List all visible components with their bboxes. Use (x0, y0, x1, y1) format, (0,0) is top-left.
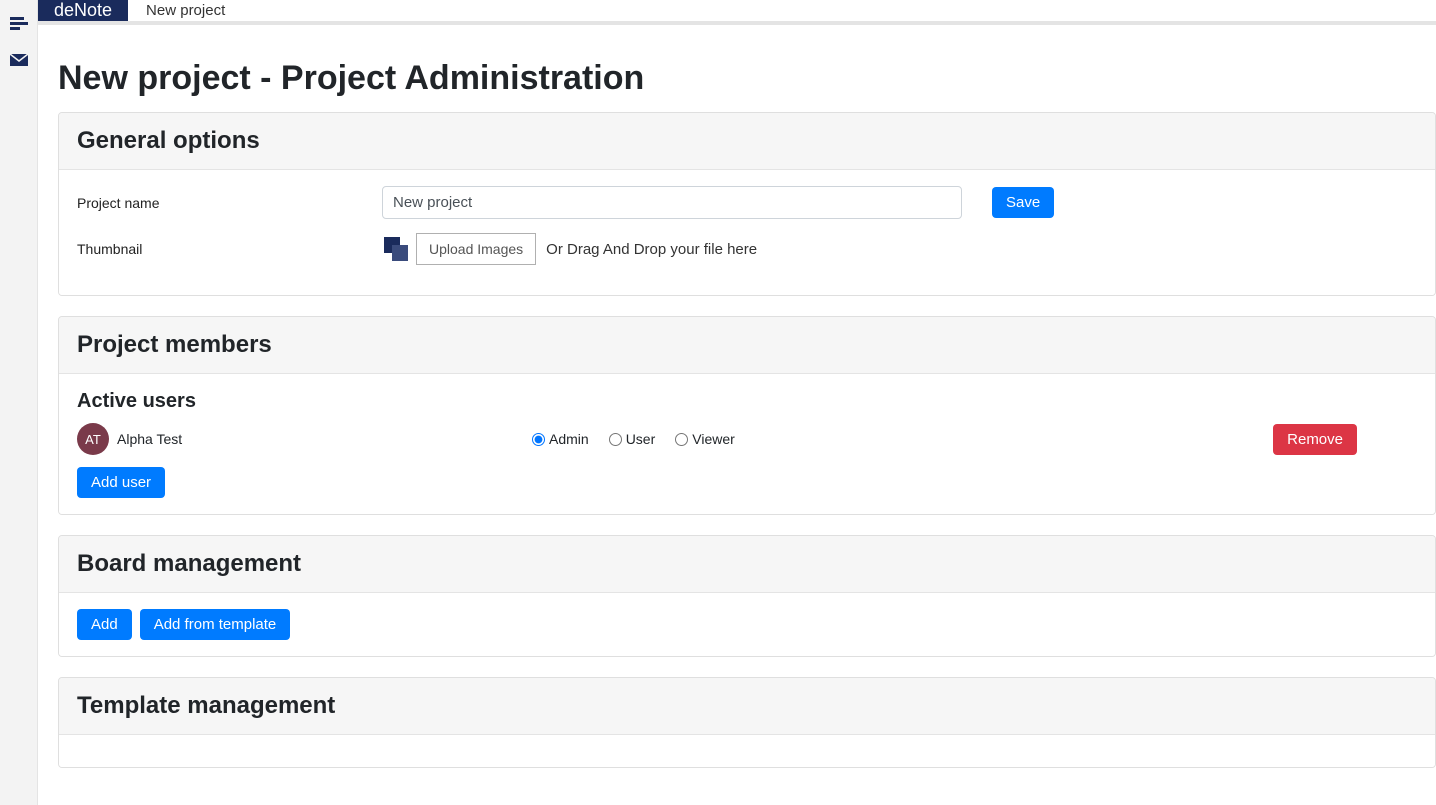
template-management-panel: Template management (58, 677, 1436, 768)
role-admin[interactable]: Admin (532, 431, 589, 447)
upload-images-button[interactable]: Upload Images (416, 233, 536, 265)
project-members-panel: Project members Active users AT Alpha Te… (58, 316, 1436, 515)
topbar: deNote New project (38, 0, 1436, 22)
role-admin-radio[interactable] (532, 433, 545, 446)
add-board-button[interactable]: Add (77, 609, 132, 640)
project-members-heading: Project members (59, 317, 1435, 374)
remove-user-button[interactable]: Remove (1273, 424, 1357, 455)
board-management-panel: Board management Add Add from template (58, 535, 1436, 657)
thumbnail-label: Thumbnail (77, 241, 382, 257)
page-title: New project - Project Administration (58, 59, 1436, 98)
mail-icon[interactable] (9, 50, 29, 70)
role-viewer-radio[interactable] (675, 433, 688, 446)
menu-icon[interactable] (9, 14, 29, 34)
left-sidebar (0, 0, 38, 805)
avatar: AT (77, 423, 109, 455)
brand-logo[interactable]: deNote (38, 0, 128, 21)
role-user[interactable]: User (609, 431, 656, 447)
project-name-label: Project name (77, 195, 382, 211)
board-management-heading: Board management (59, 536, 1435, 593)
save-button[interactable]: Save (992, 187, 1054, 218)
active-users-heading: Active users (77, 390, 1417, 413)
user-name: Alpha Test (117, 431, 182, 447)
project-name-input[interactable] (382, 186, 962, 219)
breadcrumb[interactable]: New project (128, 0, 243, 21)
drag-drop-text: Or Drag And Drop your file here (546, 241, 757, 258)
template-management-heading: Template management (59, 678, 1435, 735)
role-user-radio[interactable] (609, 433, 622, 446)
role-viewer[interactable]: Viewer (675, 431, 735, 447)
general-options-heading: General options (59, 113, 1435, 170)
thumbnail-preview-icon (382, 235, 410, 263)
general-options-panel: General options Project name Save Thumbn… (58, 112, 1436, 296)
add-user-button[interactable]: Add user (77, 467, 165, 498)
add-from-template-button[interactable]: Add from template (140, 609, 291, 640)
user-row: AT Alpha Test Admin User (77, 423, 1417, 455)
